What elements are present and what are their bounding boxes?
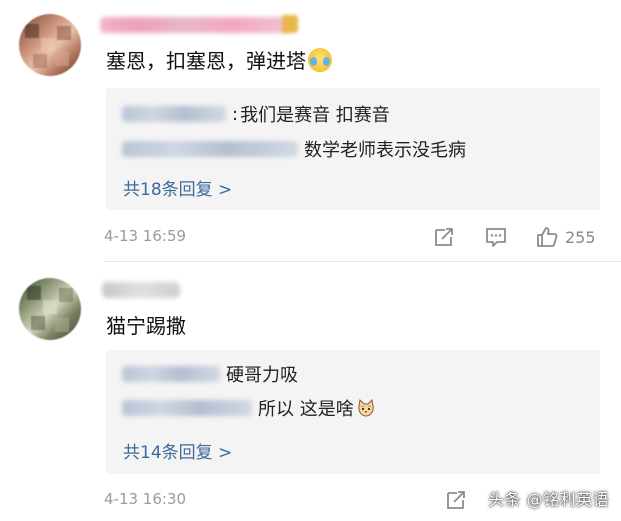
comment-feed: 塞恩，扣塞恩，弹进塔 : 我们是赛音 扣赛音 数学老师表示没毛病 共18条回复 … [0, 0, 621, 521]
username-blurred[interactable] [100, 17, 290, 33]
comment-text: 塞恩，扣塞恩，弹进塔 [106, 47, 332, 75]
reply-text: 我们是赛音 扣赛音 [240, 105, 390, 126]
replier-name-blurred[interactable] [122, 400, 252, 416]
timestamp: 4-13 16:59 [104, 227, 187, 245]
avatar[interactable] [19, 14, 81, 76]
repost-icon [435, 228, 453, 246]
repost-icon [447, 491, 465, 509]
replier-name-blurred[interactable] [122, 106, 226, 122]
username-blurred[interactable] [102, 282, 180, 298]
crying-laughing-emoji-icon [308, 48, 332, 72]
comment-text: 猫宁踢撒 [106, 312, 186, 340]
reply-item: 数学老师表示没毛病 [122, 135, 466, 163]
more-replies-link[interactable]: 共14条回复 > [123, 438, 232, 463]
reply-preview-box[interactable]: : 我们是赛音 扣赛音 数学老师表示没毛病 共18条回复 > [106, 88, 600, 210]
avatar[interactable] [19, 278, 81, 340]
reply-text: 数学老师表示没毛病 [304, 140, 466, 161]
comment-button[interactable] [484, 225, 508, 249]
reply-text: 所以 这是啥 [258, 399, 354, 420]
more-replies-link[interactable]: 共18条回复 > [123, 175, 232, 200]
replier-name-blurred[interactable] [122, 141, 298, 157]
thumbs-up-icon [537, 227, 558, 247]
repost-button[interactable] [444, 488, 468, 512]
reply-item: : 我们是赛音 扣赛音 [122, 100, 390, 128]
reply-item: 所以 这是啥 [122, 394, 376, 422]
cat-emoji-icon [358, 398, 374, 417]
reply-separator: : [232, 103, 239, 125]
watermark: 头条 @铭利英语 [488, 490, 610, 509]
reply-preview-box[interactable]: 硬哥力吸 所以 这是啥 共14条回复 > [106, 350, 600, 474]
timestamp: 4-13 16:30 [104, 490, 187, 508]
comment-item: 塞恩，扣塞恩，弹进塔 : 我们是赛音 扣赛音 数学老师表示没毛病 共18条回复 … [0, 0, 621, 262]
comment-item: 猫宁踢撒 硬哥力吸 所以 这是啥 共14条回复 > 4-13 16:30 [0, 262, 621, 521]
replier-name-blurred[interactable] [122, 366, 220, 382]
repost-button[interactable] [432, 225, 456, 249]
comment-body: 猫宁踢撒 [106, 314, 186, 338]
vip-badge-icon [282, 15, 298, 33]
comment-meta: 4-13 16:59 255 [104, 225, 604, 249]
reply-item: 硬哥力吸 [122, 360, 298, 388]
reply-text: 硬哥力吸 [226, 365, 298, 386]
comment-body: 塞恩，扣塞恩，弹进塔 [106, 49, 306, 73]
like-button[interactable]: 255 [535, 225, 596, 249]
comment-icon [486, 228, 506, 247]
like-count: 255 [565, 227, 596, 247]
